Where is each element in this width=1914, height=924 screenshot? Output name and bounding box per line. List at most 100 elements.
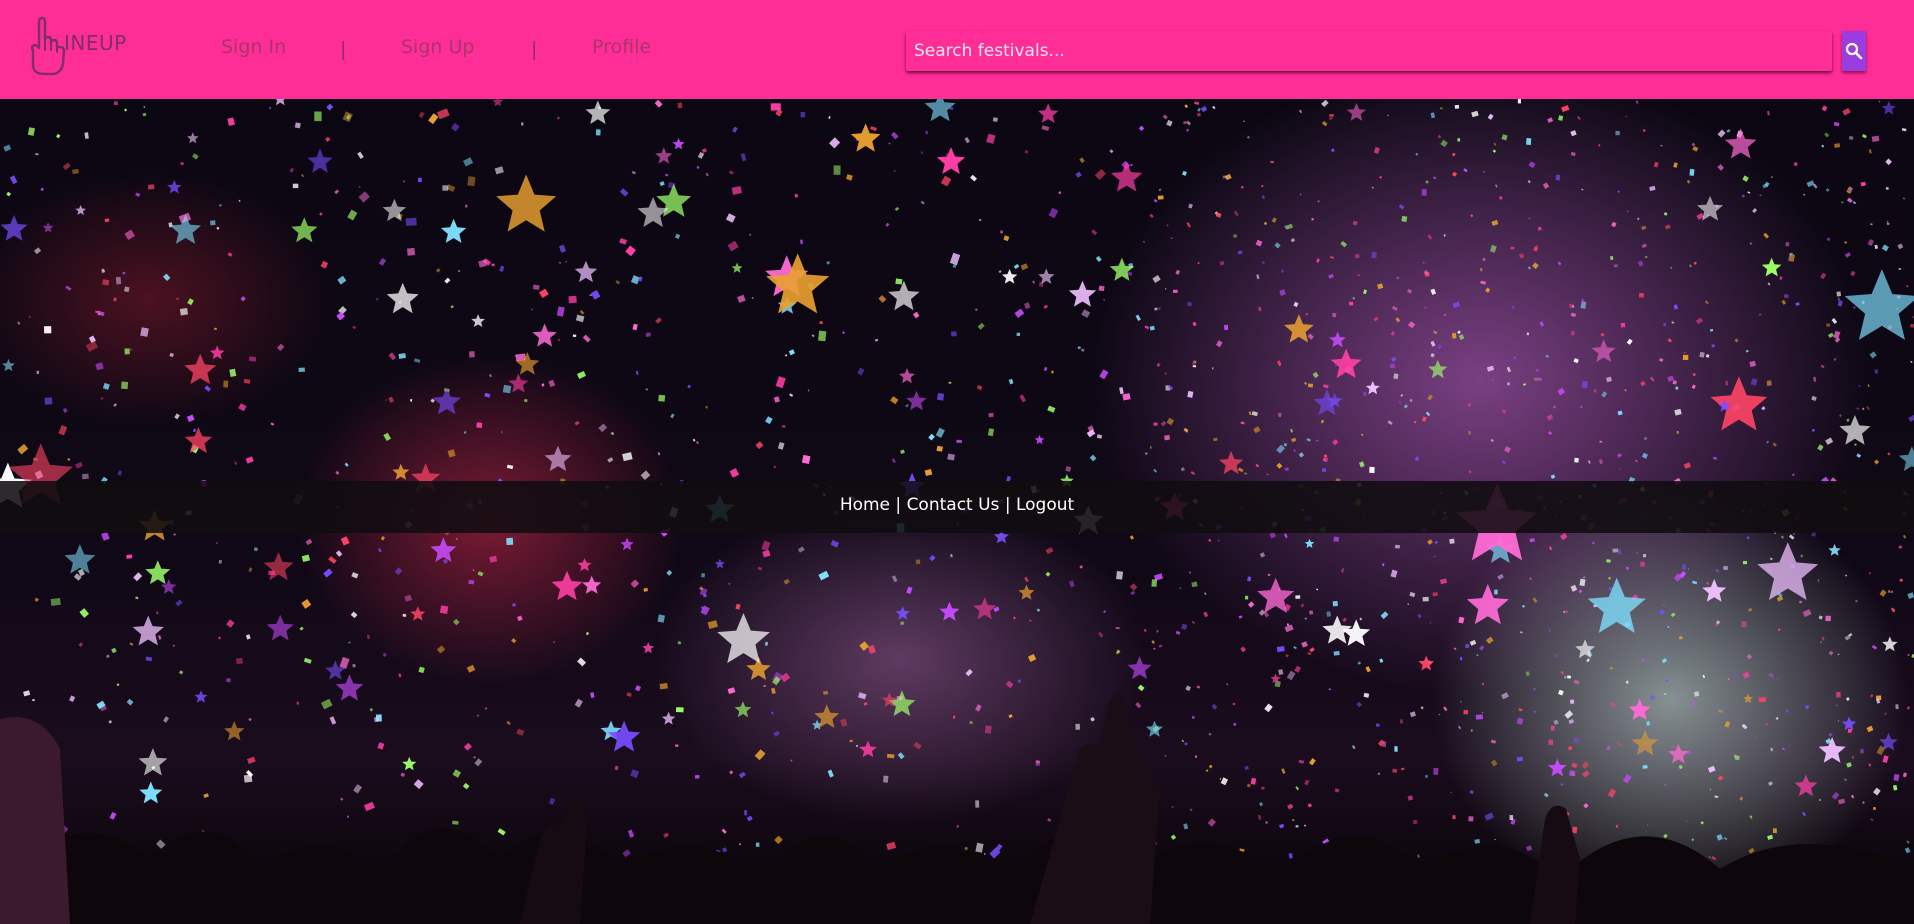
confetti-piece <box>1191 581 1198 588</box>
confetti-piece <box>1490 739 1496 744</box>
confetti-piece <box>1130 590 1136 596</box>
confetti-piece <box>1246 136 1250 139</box>
confetti-piece <box>849 739 853 743</box>
confetti-piece <box>743 810 748 816</box>
confetti-piece <box>1475 714 1484 720</box>
confetti-piece <box>1469 639 1477 646</box>
confetti-piece <box>1644 255 1648 259</box>
nav-sign-in-link[interactable]: Sign In <box>221 36 286 64</box>
footer-contact-link[interactable]: Contact Us <box>907 495 1000 515</box>
confetti-piece <box>1439 107 1443 110</box>
confetti-piece <box>1098 285 1105 292</box>
confetti-piece <box>557 338 561 342</box>
confetti-piece <box>1481 711 1484 714</box>
confetti-piece <box>1320 419 1324 424</box>
confetti-piece <box>863 702 868 706</box>
nav-sign-up-link[interactable]: Sign Up <box>401 36 474 64</box>
confetti-piece <box>1727 677 1730 681</box>
confetti-piece <box>1820 272 1827 280</box>
confetti-piece <box>1775 716 1779 721</box>
confetti-piece <box>1583 803 1589 809</box>
confetti-piece <box>398 353 406 359</box>
confetti-piece <box>65 285 72 291</box>
confetti-piece <box>1699 351 1705 358</box>
confetti-piece <box>1298 452 1305 458</box>
confetti-piece <box>1494 589 1498 595</box>
confetti-piece <box>1165 287 1167 290</box>
confetti-piece <box>1778 628 1781 631</box>
confetti-piece <box>1868 763 1872 767</box>
confetti-piece <box>1277 360 1282 367</box>
confetti-piece <box>1290 428 1293 433</box>
confetti-piece <box>1649 376 1655 382</box>
confetti-piece <box>1395 544 1400 549</box>
confetti-piece <box>1058 191 1062 195</box>
confetti-piece <box>1548 546 1553 551</box>
confetti-piece <box>532 284 540 290</box>
confetti-piece <box>78 642 84 647</box>
confetti-piece <box>1570 151 1576 157</box>
confetti-piece <box>130 348 132 351</box>
confetti-piece <box>1220 777 1229 786</box>
confetti-piece <box>1255 239 1263 247</box>
confetti-piece <box>1452 815 1456 820</box>
confetti-piece <box>948 381 952 384</box>
confetti-piece <box>499 265 505 272</box>
lineup-logo[interactable]: INEUP <box>24 16 134 80</box>
confetti-piece <box>1825 437 1834 445</box>
confetti-piece <box>1360 433 1364 436</box>
confetti-star <box>717 613 770 664</box>
confetti-piece <box>1825 188 1830 193</box>
confetti-piece <box>986 133 996 144</box>
confetti-piece <box>1204 592 1207 596</box>
confetti-piece <box>1205 769 1209 772</box>
confetti-piece <box>27 127 35 136</box>
confetti-piece <box>382 652 387 658</box>
confetti-piece <box>1548 739 1554 745</box>
confetti-piece <box>1893 773 1900 782</box>
confetti-piece <box>924 469 933 476</box>
confetti-piece <box>56 133 61 139</box>
confetti-piece <box>385 399 388 401</box>
confetti-piece <box>1175 630 1181 635</box>
confetti-piece <box>1482 257 1486 262</box>
confetti-piece <box>799 239 804 245</box>
confetti-piece <box>800 112 806 118</box>
confetti-piece <box>1565 610 1569 613</box>
confetti-piece <box>755 842 760 847</box>
confetti-piece <box>477 571 484 577</box>
footer-logout-link[interactable]: Logout <box>1016 495 1074 515</box>
confetti-piece <box>406 247 416 256</box>
confetti-piece <box>1821 636 1825 641</box>
search-button[interactable] <box>1842 31 1866 71</box>
confetti-piece <box>789 393 794 397</box>
confetti-piece <box>1537 377 1542 381</box>
nav-profile-link[interactable]: Profile <box>592 36 651 64</box>
confetti-piece <box>1321 99 1329 108</box>
confetti-piece <box>1898 545 1902 549</box>
confetti-piece <box>377 548 382 553</box>
footer-home-link[interactable]: Home <box>840 495 890 515</box>
confetti-piece <box>104 218 110 223</box>
confetti-piece <box>1673 304 1679 310</box>
confetti-piece <box>579 309 585 315</box>
confetti-piece <box>1662 604 1665 607</box>
confetti-piece <box>1686 179 1691 184</box>
confetti-piece <box>1116 571 1124 580</box>
confetti-piece <box>1821 144 1825 148</box>
confetti-piece <box>1261 786 1265 790</box>
search-input[interactable] <box>906 31 1832 71</box>
confetti-piece <box>1560 670 1565 675</box>
confetti-piece <box>1626 338 1633 345</box>
confetti-piece <box>375 297 379 301</box>
confetti-piece <box>1670 266 1672 269</box>
confetti-star <box>402 756 417 771</box>
confetti-piece <box>523 398 528 403</box>
confetti-piece <box>1824 132 1830 138</box>
confetti-piece <box>248 717 252 722</box>
confetti-star <box>1668 743 1689 764</box>
confetti-piece <box>1371 186 1374 189</box>
confetti-piece <box>1047 818 1052 822</box>
confetti-piece <box>453 618 460 626</box>
confetti-piece <box>677 102 683 109</box>
